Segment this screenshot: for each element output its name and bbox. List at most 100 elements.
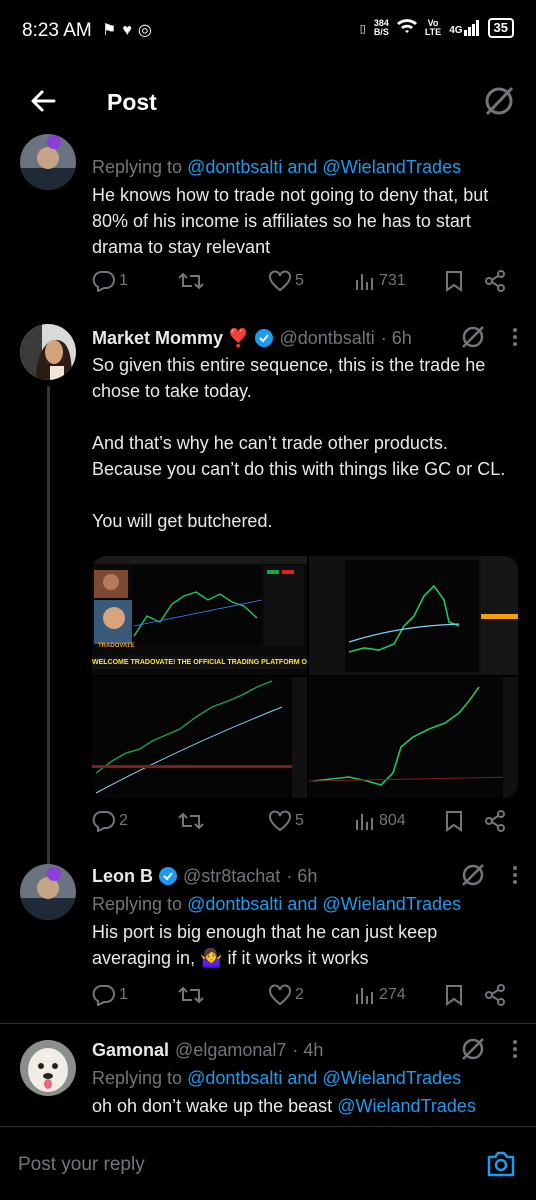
media-logo: TRADOVATE xyxy=(98,643,135,649)
repost-icon xyxy=(178,272,204,290)
author-name[interactable]: Gamonal xyxy=(92,1038,169,1062)
replying-to-link[interactable]: @dontbsalti and @WielandTrades xyxy=(187,894,461,914)
avatar[interactable] xyxy=(20,1040,76,1096)
grok-icon[interactable] xyxy=(460,324,486,355)
repost-button[interactable] xyxy=(178,810,204,832)
back-arrow-icon[interactable] xyxy=(28,86,58,116)
tweet-reply-2[interactable]: Leon B @str8tachat · 6h Replying to @don… xyxy=(0,852,536,1022)
reply-button[interactable]: 2 xyxy=(92,810,128,832)
like-icon xyxy=(269,984,291,1006)
like-count: 2 xyxy=(295,986,304,1003)
volte-indicator: Vo LTE xyxy=(425,19,441,37)
reply-count: 1 xyxy=(119,272,128,289)
views-icon xyxy=(356,814,373,830)
repost-icon xyxy=(178,986,204,1004)
media-image-1[interactable]: TRADOVATE WELCOME TRADOVATE! THE OFFICIA… xyxy=(92,556,307,675)
like-count: 5 xyxy=(295,812,304,829)
reply-count: 1 xyxy=(119,986,128,1003)
view-count: 274 xyxy=(379,986,406,1003)
more-icon[interactable] xyxy=(512,1039,518,1064)
share-icon[interactable] xyxy=(484,270,506,292)
signal-icon xyxy=(463,20,479,36)
camera-icon[interactable] xyxy=(486,1149,516,1184)
views-button[interactable]: 731 xyxy=(354,270,406,292)
like-icon xyxy=(269,270,291,292)
tweet-time: · 6h xyxy=(380,328,412,348)
tweet-header: Gamonal @elgamonal7 · 4h xyxy=(92,1038,518,1062)
view-count: 804 xyxy=(379,812,406,829)
status-time: 8:23 AM xyxy=(22,20,92,41)
author-handle[interactable]: @str8tachat xyxy=(183,864,280,888)
more-icon[interactable] xyxy=(512,865,518,890)
reply-composer[interactable]: Post your reply xyxy=(0,1126,536,1200)
author-handle[interactable]: @elgamonal7 xyxy=(175,1038,286,1062)
bookmark-icon[interactable] xyxy=(444,984,464,1006)
more-icon[interactable] xyxy=(512,327,518,352)
tweet-text-main: oh oh don’t wake up the beast xyxy=(92,1096,338,1116)
reply-icon xyxy=(92,810,115,832)
media-image-3[interactable] xyxy=(92,677,307,798)
tweet-text: He knows how to trade not going to deny … xyxy=(92,185,494,257)
tweet-header: Market Mommy ❣️ @dontbsalti · 6h xyxy=(92,326,518,350)
repost-button[interactable] xyxy=(178,984,204,1006)
network-type: 4G xyxy=(449,25,463,36)
grok-icon[interactable] xyxy=(482,84,516,123)
tweet-text: oh oh don’t wake up the beast @WielandTr… xyxy=(92,1093,518,1119)
like-button[interactable]: 5 xyxy=(268,270,304,292)
mention-link[interactable]: @WielandTrades xyxy=(337,1096,476,1116)
tweet-reply-1[interactable]: Replying to @dontbsalti and @WielandTrad… xyxy=(0,134,536,312)
replying-to-link[interactable]: @dontbsalti and @WielandTrades xyxy=(187,157,461,177)
like-count: 5 xyxy=(295,272,304,289)
reply-icon xyxy=(92,270,115,292)
app-bar: Post xyxy=(0,62,536,142)
tweet-header: Leon B @str8tachat · 6h xyxy=(92,864,518,888)
replying-to: Replying to @dontbsalti and @WielandTrad… xyxy=(92,891,518,917)
bookmark-icon[interactable] xyxy=(444,270,464,292)
status-right: ▯ 384 B/S Vo LTE 4G 35 xyxy=(360,18,514,38)
reply-input[interactable]: Post your reply xyxy=(18,1154,145,1176)
replying-to-prefix: Replying to xyxy=(92,894,188,914)
tweet-media-grid[interactable]: TRADOVATE WELCOME TRADOVATE! THE OFFICIA… xyxy=(92,556,518,798)
views-icon xyxy=(356,274,373,290)
avatar[interactable] xyxy=(20,864,76,920)
verified-icon xyxy=(255,329,274,347)
grok-icon[interactable] xyxy=(460,1036,486,1067)
author-handle[interactable]: @dontbsalti xyxy=(279,326,374,350)
view-count: 731 xyxy=(379,272,406,289)
replying-to-prefix: Replying to xyxy=(92,1068,188,1088)
tweet-reply-3[interactable]: Gamonal @elgamonal7 · 4h Replying to @do… xyxy=(0,1024,536,1126)
wifi-icon xyxy=(396,18,417,38)
battery-indicator: 35 xyxy=(487,18,514,38)
repost-button[interactable] xyxy=(178,270,204,292)
media-image-4[interactable] xyxy=(309,677,518,798)
name-emoji: ❣️ xyxy=(227,328,250,348)
author-name[interactable]: Leon B xyxy=(92,864,153,888)
grok-icon[interactable] xyxy=(460,862,486,893)
avatar[interactable] xyxy=(20,324,76,380)
replying-to-link[interactable]: @dontbsalti and @WielandTrades xyxy=(187,1068,461,1088)
share-icon[interactable] xyxy=(484,984,506,1006)
like-button[interactable]: 5 xyxy=(268,810,304,832)
bookmark-icon[interactable] xyxy=(444,810,464,832)
repost-icon xyxy=(178,812,204,830)
net-speed-unit: B/S xyxy=(373,27,389,37)
volte-line-2: LTE xyxy=(424,27,442,37)
views-button[interactable]: 274 xyxy=(354,984,406,1006)
avatar[interactable] xyxy=(20,134,76,190)
author-name[interactable]: Market Mommy xyxy=(92,326,223,350)
reply-icon xyxy=(92,984,115,1006)
like-button[interactable]: 2 xyxy=(268,984,304,1006)
like-icon xyxy=(269,810,291,832)
net-speed: 384 B/S xyxy=(374,19,389,37)
notification-icons: ⚑♥◎ xyxy=(102,22,158,39)
share-icon[interactable] xyxy=(484,810,506,832)
tweet-time: · 4h xyxy=(292,1040,324,1060)
media-image-2[interactable] xyxy=(309,556,518,675)
reply-count: 2 xyxy=(119,812,128,829)
views-button[interactable]: 804 xyxy=(354,810,406,832)
reply-button[interactable]: 1 xyxy=(92,984,128,1006)
tweet-text: So given this entire sequence, this is t… xyxy=(92,355,506,531)
status-bar: 8:23 AM ⚑♥◎ ▯ 384 B/S Vo LTE 4G 35 xyxy=(0,0,536,62)
replying-to-prefix: Replying to xyxy=(92,157,188,177)
reply-button[interactable]: 1 xyxy=(92,270,128,292)
